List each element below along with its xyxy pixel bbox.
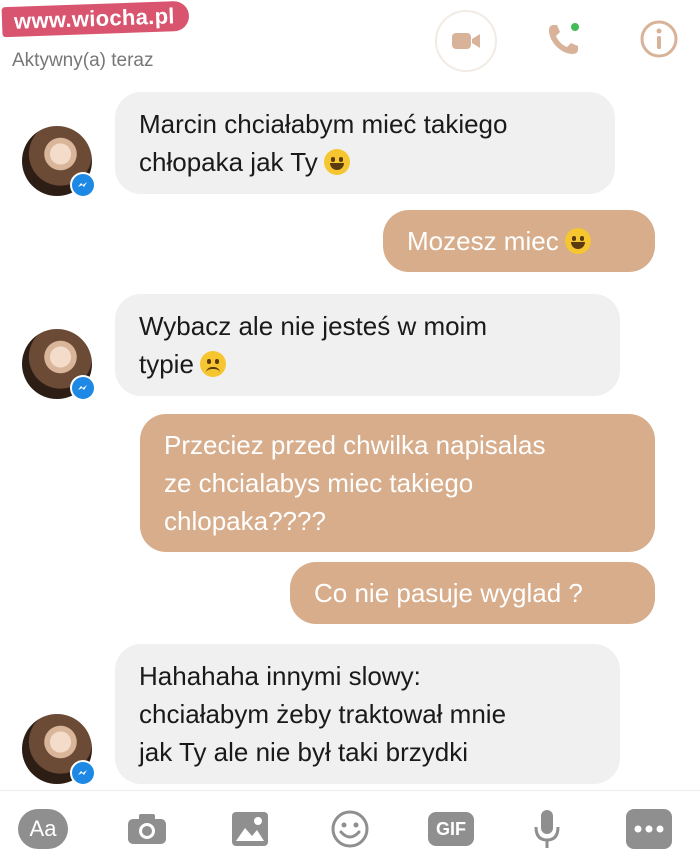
contact-avatar[interactable] (22, 329, 96, 401)
message-line: Wybacz ale nie jesteś w moim (139, 311, 487, 341)
contact-avatar[interactable] (22, 126, 96, 198)
camera-icon (128, 814, 166, 844)
contact-avatar[interactable] (22, 714, 96, 786)
online-dot (571, 23, 579, 31)
text-format-button[interactable]: Aa (18, 809, 68, 849)
smiling-emoji-icon (564, 228, 591, 254)
messenger-badge-icon (70, 375, 96, 401)
message-list[interactable]: Marcin chciałabym mieć takiego chłopaka … (0, 86, 700, 790)
message-line: Hahahaha innymi slowy: (139, 661, 421, 691)
phone-icon (549, 23, 579, 54)
composer-toolbar: Aa GIF (0, 790, 700, 866)
message-line: chłopaka jak Ty (139, 147, 318, 177)
video-call-button[interactable] (435, 10, 497, 72)
message-bubble-outgoing[interactable]: Przeciez przed chwilka napisalas ze chci… (140, 414, 655, 552)
more-icon (634, 825, 664, 833)
message-line: Marcin chciałabym mieć takiego (139, 109, 508, 139)
emoji-button[interactable] (330, 809, 370, 849)
info-icon (640, 20, 678, 58)
microphone-button[interactable] (532, 809, 562, 849)
message-line: ze chcialabys miec takiego (164, 468, 474, 498)
microphone-icon (534, 810, 560, 848)
image-button[interactable] (230, 809, 270, 849)
gif-icon: GIF (436, 818, 466, 839)
message-bubble-incoming[interactable]: Wybacz ale nie jesteś w moim typie (115, 294, 620, 396)
messenger-badge-icon (70, 172, 96, 198)
message-line: Co nie pasuje wyglad ? (314, 578, 583, 608)
text-format-icon: Aa (29, 816, 57, 841)
chat-header: www.wiocha.pl Aktywny(a) teraz (0, 0, 700, 87)
message-bubble-incoming[interactable]: Marcin chciałabym mieć takiego chłopaka … (115, 92, 615, 194)
disappointed-emoji-icon (199, 351, 226, 377)
info-button[interactable] (630, 10, 688, 68)
messenger-badge-icon (70, 760, 96, 786)
image-icon (232, 812, 268, 846)
message-bubble-outgoing[interactable]: Co nie pasuje wyglad ? (290, 562, 655, 624)
tears-of-joy-emoji-icon (323, 149, 350, 175)
message-line: Mozesz miec (407, 226, 559, 256)
active-status: Aktywny(a) teraz (12, 50, 154, 71)
camera-button[interactable] (125, 809, 169, 849)
watermark: www.wiocha.pl (1, 0, 190, 38)
message-bubble-incoming[interactable]: Hahahaha innymi slowy: chciałabym żeby t… (115, 644, 620, 784)
message-line: typie (139, 349, 194, 379)
message-bubble-outgoing[interactable]: Mozesz miec (383, 210, 655, 272)
voice-call-button[interactable] (535, 10, 593, 68)
message-line: jak Ty ale nie był taki brzydki (139, 737, 468, 767)
message-line: chciałabym żeby traktował mnie (139, 699, 507, 729)
message-line: Przeciez przed chwilka napisalas (164, 430, 546, 460)
emoji-icon (331, 810, 369, 848)
message-line: chlopaka???? (164, 506, 326, 536)
gif-button[interactable]: GIF (428, 812, 474, 846)
video-camera-icon (452, 33, 480, 49)
more-button[interactable] (626, 809, 672, 849)
